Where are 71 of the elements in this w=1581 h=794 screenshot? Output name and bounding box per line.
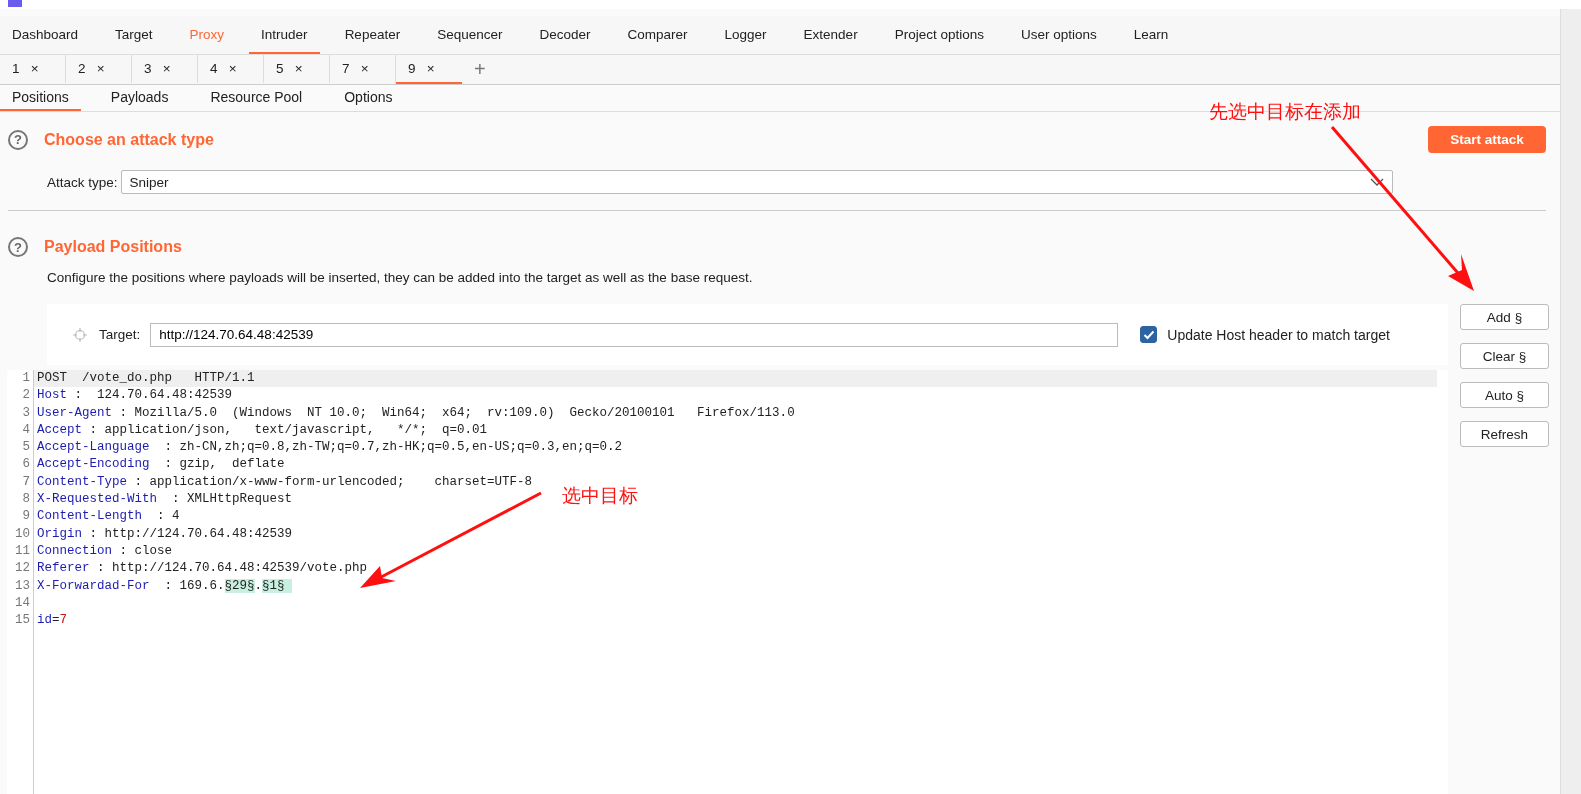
code-line: Content-Type : application/x-www-form-urlencoded; charset=UTF-8: [37, 474, 533, 489]
code-line: X-Forwardad-For : 169.6.§29§.§1§: [37, 578, 293, 593]
section-title: Payload Positions: [44, 238, 182, 256]
section-title: Choose an attack type: [44, 130, 214, 149]
caret-icon: [1369, 178, 1384, 186]
line-number: 15: [7, 612, 34, 630]
line-number: 2: [7, 387, 34, 405]
sub-tab[interactable]: Positions: [0, 85, 81, 111]
code-line: POST /vote_do.php HTTP/1.1: [37, 371, 255, 385]
attack-tab[interactable]: 5 ×: [264, 55, 330, 84]
code-line: Referer : http://124.70.64.48:42539/vote.php: [37, 561, 368, 576]
attack-tab[interactable]: 3 ×: [132, 55, 198, 84]
section-description: Configure the positions where payloads will be inserted, they can be added into the target as well as the base request.: [47, 270, 754, 285]
code-line: Origin : http://124.70.64.48:42539: [37, 526, 293, 541]
sub-tab[interactable]: Resource Pool: [198, 85, 315, 111]
attack-tab[interactable]: 7 ×: [330, 55, 396, 84]
code-line: Content-Length : 4: [37, 509, 180, 524]
line-number: 6: [7, 456, 34, 474]
code-line: X-Requested-With : XMLHttpRequest: [37, 492, 293, 507]
code-line: User-Agent : Mozilla/5.0 (Windows NT 10.0; Win64; x64; rv:109.0) Gecko/20100101 Firefox/113.0: [37, 405, 795, 420]
main-tab[interactable]: Learn: [1121, 16, 1181, 54]
main-tab[interactable]: Extender: [791, 16, 870, 54]
main-tab[interactable]: Decoder: [527, 16, 603, 54]
line-number: 14: [7, 594, 34, 613]
attack-tab[interactable]: 2 ×: [66, 55, 132, 84]
line-number: 9: [7, 508, 34, 526]
checkbox[interactable]: [1140, 326, 1158, 343]
main-tab[interactable]: Repeater: [332, 16, 413, 54]
attack-tab[interactable]: 1 ×: [0, 55, 66, 84]
main-tab[interactable]: User options: [1008, 16, 1109, 54]
scrollbar[interactable]: [1560, 9, 1581, 794]
code-line: Host : 124.70.64.48:42539: [37, 388, 233, 403]
code-line: Accept : application/json, text/javascript, */*; q=0.01: [37, 422, 488, 437]
code-line: Accept-Encoding : gzip, deflate: [37, 457, 285, 472]
new-tab-button[interactable]: +: [462, 55, 498, 84]
position-button[interactable]: Auto §: [1460, 382, 1549, 408]
main-tab[interactable]: Target: [103, 16, 165, 54]
target-label: Target:: [99, 327, 141, 342]
annotation-text: 选中目标: [562, 483, 638, 508]
line-number: 13: [7, 577, 34, 595]
sub-tab[interactable]: Options: [332, 85, 405, 111]
crosshair-icon: [73, 327, 87, 342]
target-field[interactable]: http://124.70.64.48:42539: [150, 322, 1119, 347]
code-line: Connection : close: [37, 543, 173, 558]
help-icon[interactable]: ?: [8, 129, 28, 150]
position-button[interactable]: Refresh: [1460, 421, 1549, 447]
attack-type-dropdown[interactable]: Sniper: [120, 170, 1393, 194]
help-icon[interactable]: ?: [8, 237, 28, 257]
line-number: 3: [7, 404, 34, 422]
code-line: Accept-Language : zh-CN,zh;q=0.8,zh-TW;q=0.7,zh-HK;q=0.5,en-US;q=0.3,en;q=0.2: [37, 440, 623, 455]
main-tab[interactable]: Logger: [712, 16, 779, 54]
code-line: id=7: [37, 613, 68, 628]
line-number: 12: [7, 560, 34, 578]
line-number: 5: [7, 439, 34, 457]
main-tab[interactable]: Sequencer: [425, 16, 515, 54]
position-button[interactable]: Add §: [1460, 304, 1549, 330]
position-button[interactable]: Clear §: [1460, 343, 1549, 369]
checkbox-label: Update Host header to match target: [1167, 326, 1390, 343]
main-tab[interactable]: Project options: [882, 16, 996, 54]
attack-tab[interactable]: 9 ×: [396, 55, 462, 84]
line-number: 8: [7, 491, 34, 509]
attack-type-label: Attack type:: [47, 174, 118, 190]
main-tab[interactable]: Comparer: [615, 16, 700, 54]
line-number: 4: [7, 421, 34, 440]
line-number: 10: [7, 525, 34, 543]
main-tab[interactable]: Dashboard: [0, 16, 91, 54]
annotation-text: 先选中目标在添加: [1209, 99, 1361, 124]
attack-tab[interactable]: 4 ×: [198, 55, 264, 84]
sub-tab[interactable]: Payloads: [98, 85, 181, 111]
line-number: 7: [7, 473, 34, 492]
line-number: 11: [7, 542, 34, 561]
